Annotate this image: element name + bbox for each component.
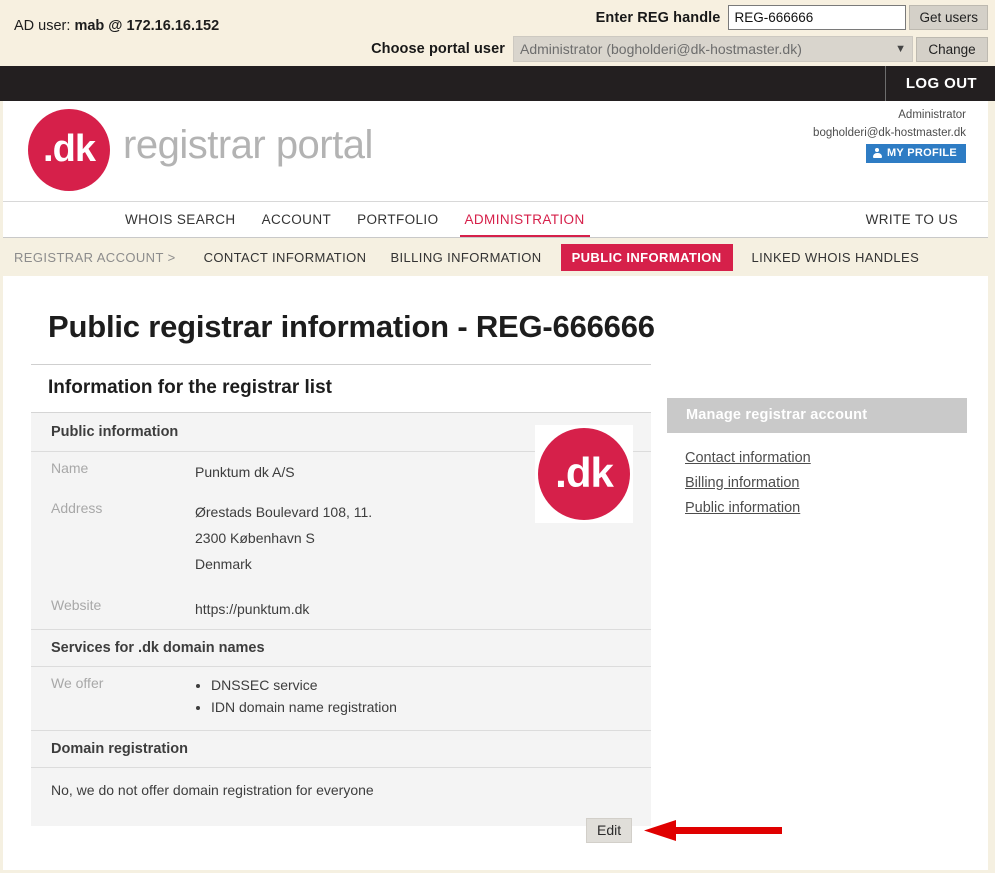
manage-registrar-account-panel: Manage registrar account Contact informa…	[667, 398, 967, 525]
nav-item-administration[interactable]: ADMINISTRATION	[465, 202, 585, 237]
dk-logo-text: .dk	[43, 130, 95, 168]
row-value-address: Ørestads Boulevard 108, 11. 2300 Københa…	[195, 499, 372, 577]
address-line-1: Ørestads Boulevard 108, 11.	[195, 499, 372, 525]
dk-badge-icon: .dk	[535, 425, 633, 523]
main-nav-items: WHOIS SEARCH ACCOUNT PORTFOLIO ADMINISTR…	[125, 202, 611, 237]
sub-nav-contact-information[interactable]: CONTACT INFORMATION	[199, 244, 372, 271]
nav-item-account[interactable]: ACCOUNT	[262, 202, 332, 237]
sub-navigation: REGISTRAR ACCOUNT > CONTACT INFORMATION …	[3, 238, 988, 276]
page-root: AD user: mab @ 172.16.16.152 Enter REG h…	[0, 0, 995, 873]
row-value-website: https://punktum.dk	[195, 596, 309, 622]
aside-header: Manage registrar account	[667, 398, 967, 433]
reg-handle-input[interactable]	[728, 5, 906, 30]
aside-link-public-information[interactable]: Public information	[685, 500, 967, 516]
address-line-3: Denmark	[195, 551, 372, 577]
change-portal-user-button[interactable]: Change	[916, 37, 988, 62]
edit-button[interactable]: Edit	[586, 818, 632, 843]
nav-item-portfolio[interactable]: PORTFOLIO	[357, 202, 438, 237]
row-value-we-offer: DNSSEC service IDN domain name registrat…	[195, 674, 397, 718]
nav-item-write-to-us[interactable]: WRITE TO US	[866, 212, 958, 227]
aside-link-contact-information[interactable]: Contact information	[685, 450, 967, 466]
my-profile-label: MY PROFILE	[887, 147, 957, 159]
table-header-services: Services for .dk domain names	[31, 630, 651, 667]
portal-user-selected-value: Administrator (bogholderi@dk-hostmaster.…	[520, 41, 802, 57]
aside-link-list: Contact information Billing information …	[667, 433, 967, 516]
account-role: Administrator	[898, 109, 966, 121]
get-users-button[interactable]: Get users	[909, 5, 988, 30]
table-row-we-offer: We offer DNSSEC service IDN domain name …	[31, 667, 651, 730]
account-email: bogholderi@dk-hostmaster.dk	[813, 127, 966, 139]
portal-user-label: Choose portal user	[371, 41, 505, 57]
public-information-table: Public information Name Punktum dk A/S A…	[31, 412, 651, 826]
my-profile-button[interactable]: MY PROFILE	[866, 144, 966, 163]
aside-link-billing-information[interactable]: Billing information	[685, 475, 967, 491]
admin-impersonation-bar: AD user: mab @ 172.16.16.152 Enter REG h…	[0, 0, 995, 66]
ad-user-value: mab @ 172.16.16.152	[74, 18, 219, 34]
table-header-domain-registration: Domain registration	[31, 731, 651, 768]
we-offer-list: DNSSEC service IDN domain name registrat…	[195, 674, 397, 718]
left-arrow-annotation	[640, 818, 790, 848]
brand-title: registrar portal	[123, 123, 373, 168]
portal-user-row: Choose portal user Administrator (boghol…	[371, 36, 988, 62]
chevron-down-icon: ▼	[895, 43, 906, 55]
table-row-website: Website https://punktum.dk	[31, 589, 651, 629]
logout-bar: LOG OUT	[0, 66, 995, 101]
page-body: Public registrar information - REG-66666…	[3, 276, 988, 870]
title-divider	[31, 364, 651, 365]
row-label-address: Address	[51, 499, 195, 577]
reg-handle-row: Enter REG handle Get users	[596, 5, 988, 30]
sub-nav-public-information[interactable]: PUBLIC INFORMATION	[561, 244, 733, 271]
nav-item-whois-search[interactable]: WHOIS SEARCH	[125, 202, 236, 237]
portal-user-select[interactable]: Administrator (bogholderi@dk-hostmaster.…	[513, 36, 913, 62]
reg-handle-label: Enter REG handle	[596, 10, 721, 26]
we-offer-item-2: IDN domain name registration	[211, 696, 397, 718]
dk-badge-text: .dk	[555, 452, 613, 494]
row-value-name: Punktum dk A/S	[195, 459, 295, 485]
sub-nav-items: CONTACT INFORMATION BILLING INFORMATION …	[199, 244, 939, 271]
ad-user-info: AD user: mab @ 172.16.16.152	[14, 18, 219, 34]
row-value-domain-registration: No, we do not offer domain registration …	[31, 768, 651, 826]
logout-button[interactable]: LOG OUT	[885, 66, 995, 101]
row-label-we-offer: We offer	[51, 674, 195, 718]
sub-nav-billing-information[interactable]: BILLING INFORMATION	[385, 244, 546, 271]
page-title: Public registrar information - REG-66666…	[48, 309, 655, 345]
section-title: Information for the registrar list	[48, 377, 332, 399]
address-line-2: 2300 København S	[195, 525, 372, 551]
row-label-website: Website	[51, 596, 195, 622]
page-right-margin	[988, 101, 995, 873]
breadcrumb[interactable]: REGISTRAR ACCOUNT >	[14, 250, 176, 265]
brand-header: .dk registrar portal Administrator bogho…	[3, 101, 988, 201]
we-offer-item-1: DNSSEC service	[211, 674, 397, 696]
main-navigation: WHOIS SEARCH ACCOUNT PORTFOLIO ADMINISTR…	[3, 201, 988, 238]
user-icon	[873, 148, 882, 158]
dk-logo-icon[interactable]: .dk	[28, 109, 110, 191]
ad-user-prefix: AD user:	[14, 18, 74, 34]
sub-nav-linked-whois-handles[interactable]: LINKED WHOIS HANDLES	[747, 244, 925, 271]
dk-badge-circle: .dk	[538, 428, 630, 520]
row-label-name: Name	[51, 459, 195, 485]
